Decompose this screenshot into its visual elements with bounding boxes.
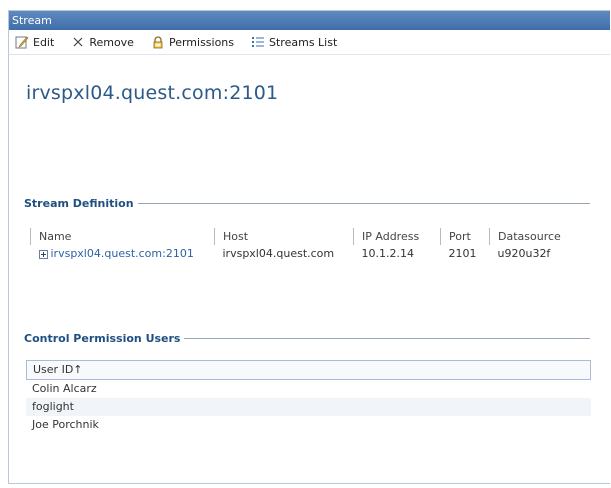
column-header-name[interactable]: Name (30, 228, 215, 245)
users-list: User ID↑ Colin Alcarz foglight Joe Porch… (26, 360, 591, 434)
section-divider (137, 203, 590, 204)
list-item[interactable]: Colin Alcarz (26, 380, 591, 398)
permissions-label: Permissions (168, 35, 235, 49)
remove-label: Remove (89, 35, 134, 49)
table-row: irvspxl04.quest.com:2101 irvspxl04.quest… (31, 245, 573, 262)
datasource-cell: u920u32f (497, 247, 551, 260)
stream-definition-title: Stream Definition (24, 197, 134, 210)
list-item[interactable]: foglight (26, 398, 591, 416)
table-header-row: Name Host IP Address Port Datasource (30, 228, 572, 245)
stream-definition-table: Name Host IP Address Port Datasource irv… (30, 228, 572, 262)
toolbar: Edit Remove Permissions Streams List (9, 30, 610, 55)
edit-button[interactable]: Edit (15, 35, 54, 49)
edit-label: Edit (33, 35, 55, 49)
lock-icon (151, 35, 165, 49)
expand-icon[interactable] (38, 249, 48, 259)
remove-button[interactable]: Remove (71, 35, 134, 49)
column-header-datasource[interactable]: Datasource (489, 228, 572, 245)
stream-name-link[interactable]: irvspxl04.quest.com:2101 (51, 247, 194, 260)
list-icon (251, 35, 265, 49)
list-item[interactable]: Joe Porchnik (26, 416, 591, 434)
streams-list-button[interactable]: Streams List (251, 35, 337, 49)
user-id-column-header[interactable]: User ID↑ (26, 360, 591, 380)
stream-definition-header: Stream Definition (24, 197, 590, 210)
host-cell: irvspxl04.quest.com (222, 247, 335, 260)
page-title: irvspxl04.quest.com:2101 (26, 82, 279, 104)
streams-list-label: Streams List (269, 35, 338, 49)
column-header-port[interactable]: Port (440, 228, 490, 245)
stream-name-cell: irvspxl04.quest.com:2101 (31, 245, 215, 262)
ip-address-cell: 10.1.2.14 (361, 247, 414, 260)
window-title: Stream (9, 11, 610, 30)
close-icon (71, 35, 85, 49)
section-divider (184, 338, 590, 339)
edit-icon (15, 35, 29, 49)
permissions-button[interactable]: Permissions (151, 35, 234, 49)
control-permission-users-title: Control Permission Users (24, 332, 181, 345)
port-cell: 2101 (448, 247, 477, 260)
control-permission-users-header: Control Permission Users (24, 332, 590, 345)
column-header-ip-address[interactable]: IP Address (353, 228, 441, 245)
column-header-host[interactable]: Host (214, 228, 354, 245)
